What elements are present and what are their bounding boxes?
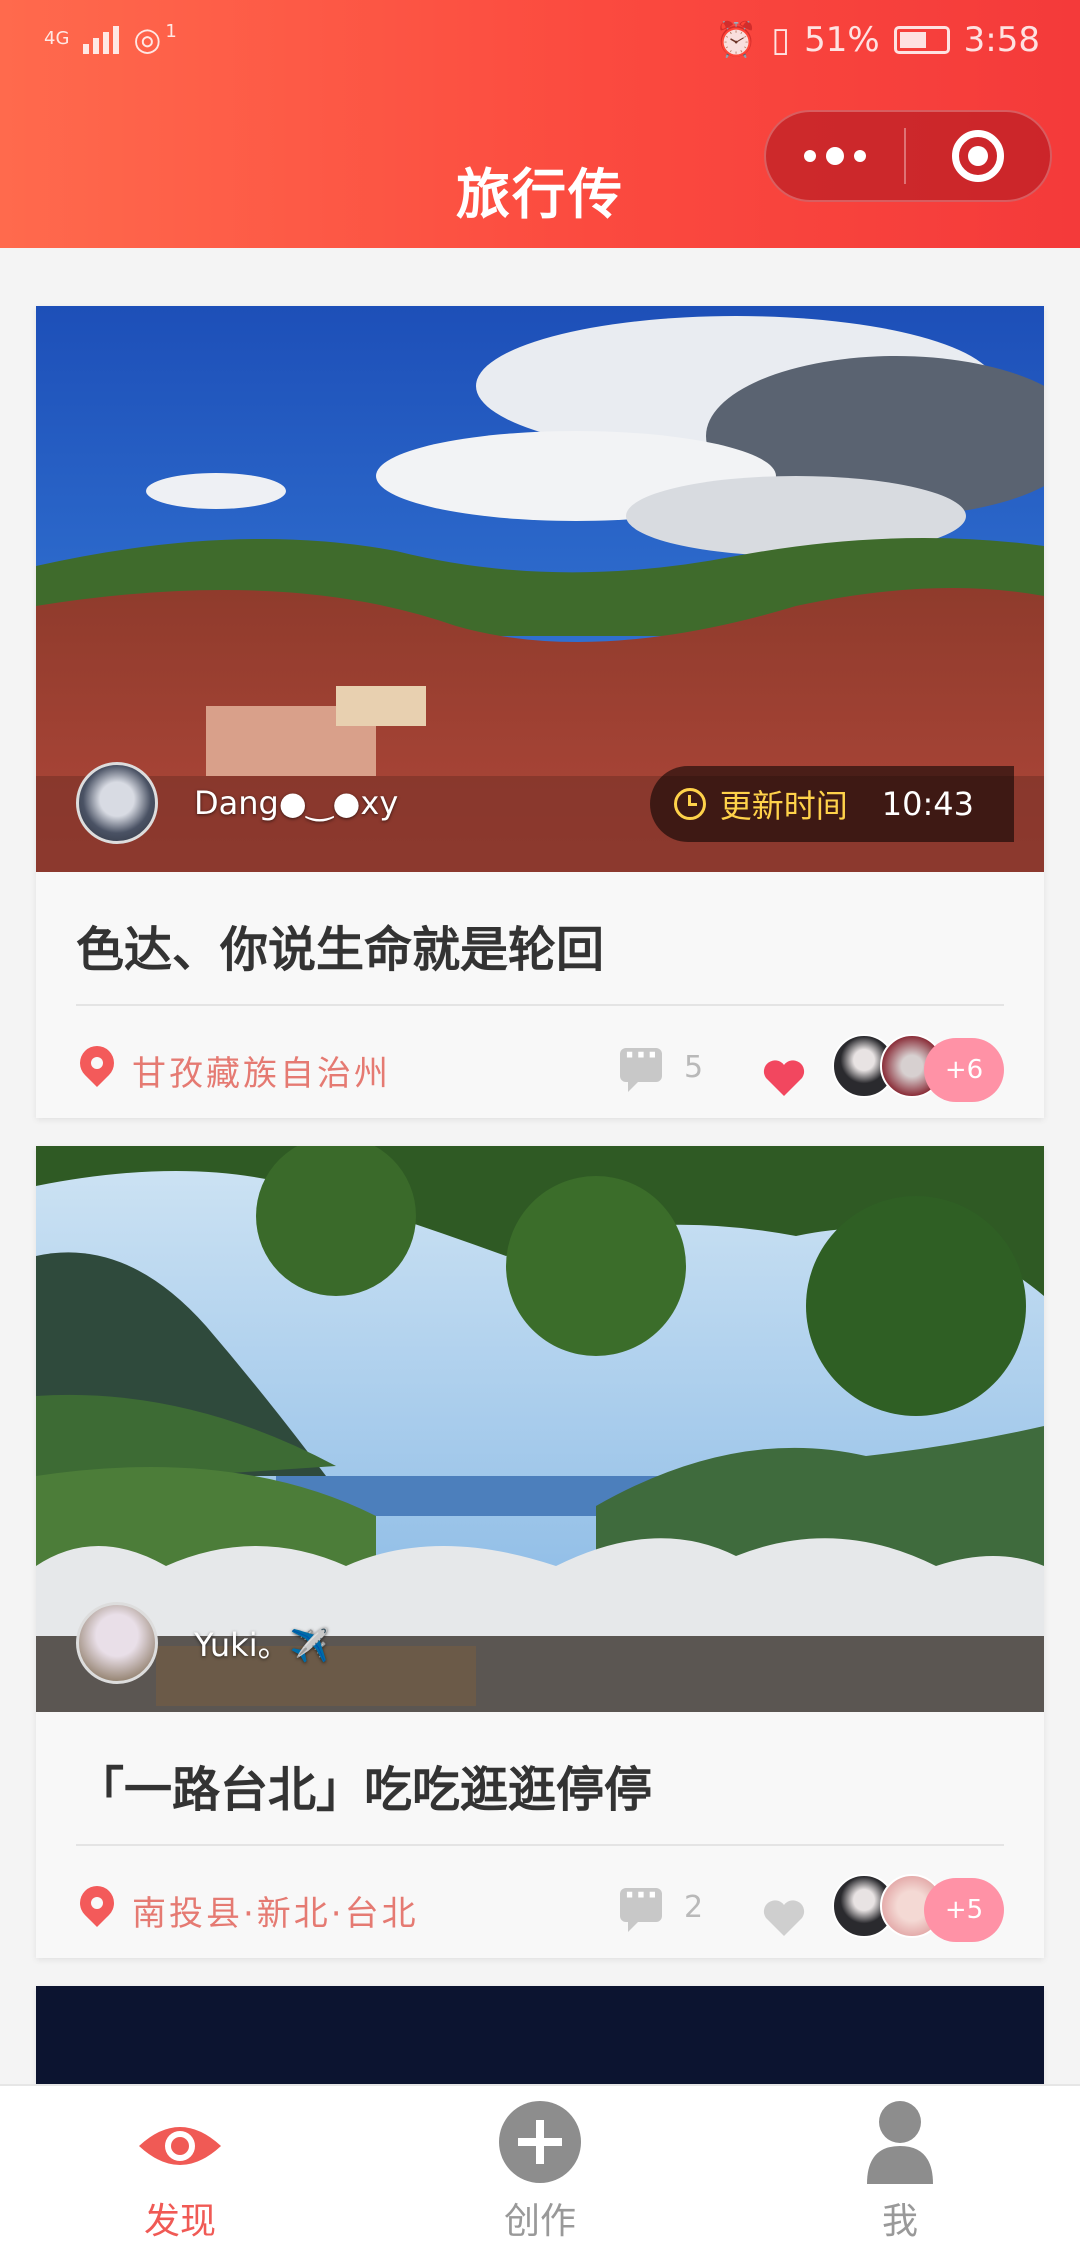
status-bar: 4G ◎ 1 ⏰ ▯ 51% 3:58 (0, 0, 1080, 80)
likers-more-badge[interactable]: +5 (924, 1878, 1004, 1942)
author-name: Dang●‿●xy (194, 784, 399, 822)
card-author[interactable]: Dang●‿●xy (76, 762, 398, 844)
more-options-button[interactable] (766, 147, 904, 165)
heart-shape (763, 1900, 805, 1936)
divider (76, 1844, 1004, 1846)
tab-label: 创作 (503, 2201, 576, 2242)
card-author[interactable]: Yuki。✈️ (76, 1602, 329, 1684)
location-text[interactable]: 甘孜藏族自治州 (132, 1046, 391, 1095)
eye-icon (139, 2127, 221, 2165)
clock-time: 3:58 (963, 20, 1040, 60)
dot-icon (826, 147, 845, 165)
dot-icon (804, 150, 817, 162)
plus-circle-icon (499, 2101, 581, 2183)
signal-icon (83, 24, 120, 54)
card-meta: 甘孜藏族自治州 5 +6 (72, 1034, 1004, 1116)
update-label: 更新时间 (719, 787, 848, 825)
dot-icon (854, 150, 867, 162)
alarm-icon: ⏰ (715, 20, 758, 60)
update-time: 10:43 (881, 785, 974, 823)
tab-label: 我 (881, 2201, 918, 2242)
tab-label: 发现 (143, 2201, 216, 2242)
target-icon (952, 130, 1005, 182)
mini-program-capsule (764, 110, 1052, 202)
vibrate-icon: ▯ (771, 20, 791, 60)
card-cover-image[interactable]: Dang●‿●xy 更新时间 10:43 (36, 306, 1044, 872)
person-icon (867, 2101, 933, 2184)
comment-icon[interactable] (620, 1038, 662, 1092)
location-pin-icon (72, 1038, 122, 1088)
battery-percent: 51% (804, 20, 880, 60)
likers-more-badge[interactable]: +6 (924, 1038, 1004, 1102)
comment-icon[interactable] (620, 1878, 662, 1932)
tab-discover[interactable]: 发现 (80, 2100, 280, 2242)
app-header: 4G ◎ 1 ⏰ ▯ 51% 3:58 旅行传 (0, 0, 1080, 248)
hotspot-icon: ◎ (133, 20, 162, 58)
network-label: 4G (44, 28, 70, 49)
travel-card[interactable]: Yuki。✈️ 「一路台北」吃吃逛逛停停 南投县·新北·台北 2 +5 (36, 1146, 1044, 1958)
notification-count: 1 (165, 20, 177, 42)
divider (76, 1004, 1004, 1006)
tab-create[interactable]: 创作 (440, 2100, 640, 2242)
card-title[interactable]: 「一路台北」吃吃逛逛停停 (76, 1750, 652, 1820)
heart-shape (763, 1060, 805, 1096)
card-title[interactable]: 色达、你说生命就是轮回 (76, 910, 604, 980)
card-meta: 南投县·新北·台北 2 +5 (72, 1874, 1004, 1956)
update-time-badge: 更新时间 10:43 (649, 766, 1014, 842)
bottom-tab-bar: 发现 创作 我 (0, 2084, 1080, 2244)
like-heart-icon[interactable] (762, 1898, 806, 1938)
comment-count: 2 (684, 1890, 704, 1925)
close-mini-program-button[interactable] (906, 130, 1050, 182)
tab-me[interactable]: 我 (800, 2100, 1000, 2242)
travel-card[interactable] (36, 1986, 1044, 2084)
battery-icon (893, 26, 950, 54)
comment-count: 5 (684, 1050, 704, 1085)
clock-icon (673, 788, 706, 820)
avatar[interactable] (76, 1602, 158, 1684)
location-pin-icon (72, 1878, 122, 1928)
avatar[interactable] (76, 762, 158, 844)
location-text[interactable]: 南投县·新北·台北 (132, 1886, 419, 1935)
author-name: Yuki。✈️ (194, 1626, 330, 1664)
card-cover-image[interactable] (36, 1986, 1044, 2084)
travel-card[interactable]: Dang●‿●xy 更新时间 10:43 色达、你说生命就是轮回 甘孜藏族自治州… (36, 306, 1044, 1118)
like-heart-icon[interactable] (762, 1058, 806, 1098)
card-cover-image[interactable]: Yuki。✈️ (36, 1146, 1044, 1712)
